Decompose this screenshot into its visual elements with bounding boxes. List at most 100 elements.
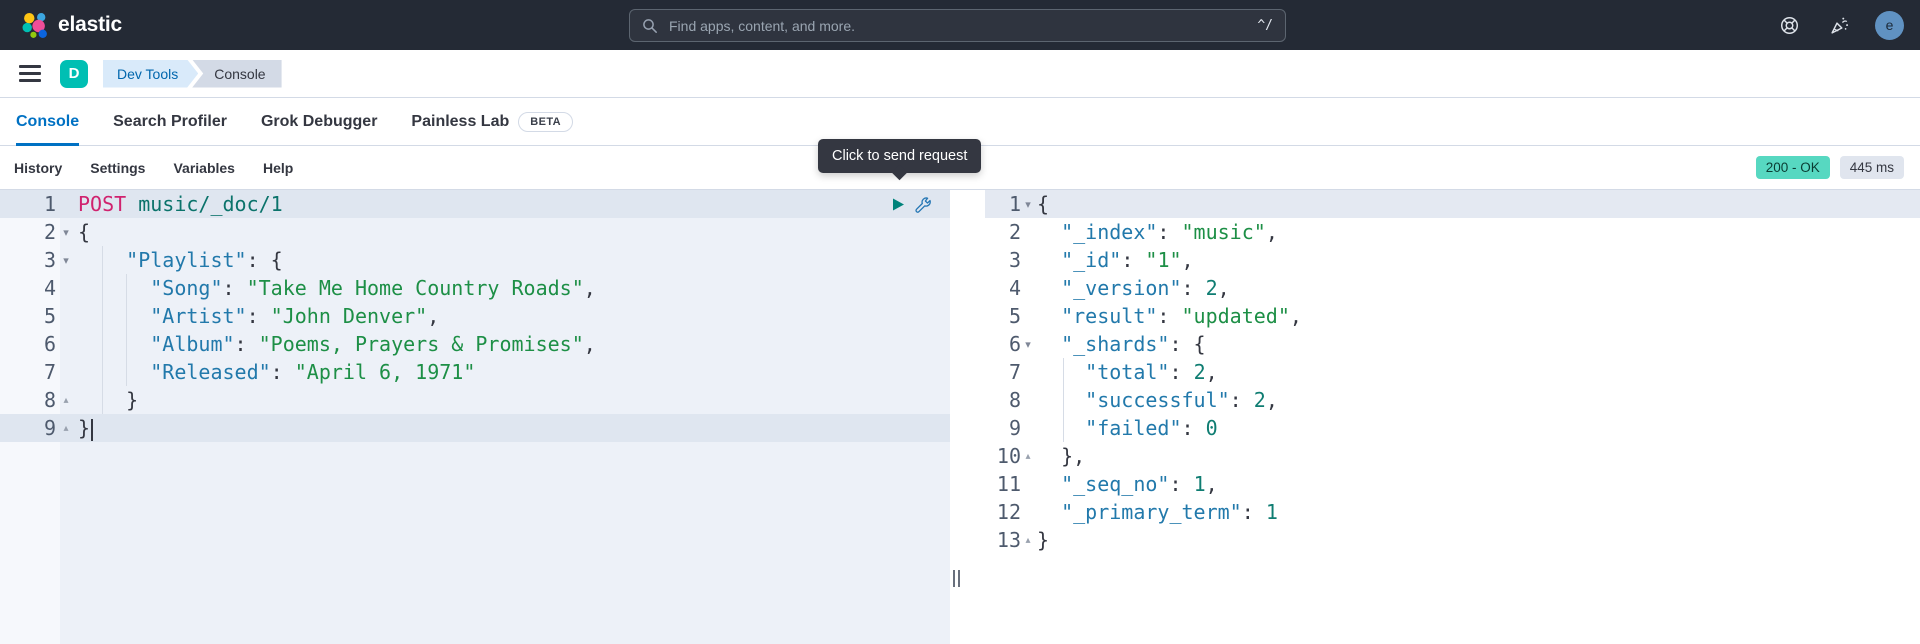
request-line-5[interactable]: 5 "Artist": "John Denver", [0,302,950,330]
code-text: "_seq_no": 1, [1035,470,1920,498]
code-text: POST music/_doc/1 [76,190,950,218]
fold-toggle-icon[interactable]: ▾ [56,254,76,267]
line-number: 4 [985,276,1021,300]
console-menu-help[interactable]: Help [263,160,293,176]
code-text: "_primary_term": 1 [1035,498,1920,526]
fold-toggle-icon[interactable]: ▴ [1021,535,1035,546]
logo-wordmark: elastic [58,13,122,37]
code-text: "_shards": { [1035,330,1920,358]
line-number: 9 [985,416,1021,440]
line-number: 9 [0,416,56,440]
request-line-8[interactable]: 8▴ } [0,386,950,414]
wrench-icon [914,196,931,213]
line-number: 1 [0,192,56,216]
line-number: 3 [0,248,56,272]
global-search[interactable]: ^/ [629,9,1286,42]
code-text: } [1035,526,1920,554]
fold-toggle-icon[interactable]: ▾ [56,226,76,239]
request-options-button[interactable] [914,196,931,213]
code-text: "Song": "Take Me Home Country Roads", [76,274,950,302]
request-line-1[interactable]: 1 POST music/_doc/1 [0,190,950,218]
line-number: 11 [985,472,1021,496]
response-line-9[interactable]: 9 "failed": 0 [985,414,1920,442]
user-avatar[interactable]: e [1875,11,1904,40]
line-number: 7 [985,360,1021,384]
send-request-button[interactable] [891,197,905,212]
tab-console[interactable]: Console [16,98,79,145]
response-viewer[interactable]: 1▾{2 "_index": "music",3 "_id": "1",4 "_… [985,190,1920,644]
text-cursor [91,419,93,441]
tab-label: Console [16,113,79,131]
request-editor[interactable]: 1POST music/_doc/12▾{3▾ "Playlist": {4 "… [0,190,950,644]
line-number: 8 [0,388,56,412]
dev-tools-app-badge[interactable]: D [60,60,88,88]
tab-painless-lab[interactable]: Painless Lab BETA [411,98,573,145]
code-text: "Playlist": { [76,246,950,274]
response-status-badge: 200 - OK [1756,156,1830,179]
request-line-7[interactable]: 7 "Released": "April 6, 1971" [0,358,950,386]
fold-toggle-icon[interactable]: ▴ [56,423,76,434]
panel-resize-handle[interactable] [953,570,960,587]
code-text: "_index": "music", [1035,218,1920,246]
code-text: }, [1035,442,1920,470]
console-menu-items: History Settings Variables Help [14,160,293,176]
line-number: 4 [0,276,56,300]
response-line-6[interactable]: 6▾ "_shards": { [985,330,1920,358]
fold-toggle-icon[interactable]: ▴ [1021,451,1035,462]
code-text: "_version": 2, [1035,274,1920,302]
menu-toggle-button[interactable] [19,65,41,82]
response-line-13[interactable]: 13▴} [985,526,1920,554]
code-text: "_id": "1", [1035,246,1920,274]
response-line-3[interactable]: 3 "_id": "1", [985,246,1920,274]
send-request-tooltip: Click to send request [818,139,981,173]
tab-label: Grok Debugger [261,113,377,131]
request-line-4[interactable]: 4 "Song": "Take Me Home Country Roads", [0,274,950,302]
line-number: 1 [985,192,1021,216]
tooltip-text: Click to send request [832,148,967,164]
response-line-8[interactable]: 8 "successful": 2, [985,386,1920,414]
tab-grok-debugger[interactable]: Grok Debugger [261,98,377,145]
tab-search-profiler[interactable]: Search Profiler [113,98,227,145]
response-line-4[interactable]: 4 "_version": 2, [985,274,1920,302]
request-line-6[interactable]: 6 "Album": "Poems, Prayers & Promises", [0,330,950,358]
line-number: 8 [985,388,1021,412]
line-number: 6 [985,332,1021,356]
console-menu-variables[interactable]: Variables [173,160,235,176]
code-text: "result": "updated", [1035,302,1920,330]
response-line-11[interactable]: 11 "_seq_no": 1, [985,470,1920,498]
line-number: 2 [985,220,1021,244]
beta-badge: BETA [518,112,573,132]
response-line-7[interactable]: 7 "total": 2, [985,358,1920,386]
line-number: 13 [985,528,1021,552]
response-line-5[interactable]: 5 "result": "updated", [985,302,1920,330]
breadcrumbs: Dev ToolsConsole [103,60,282,88]
line-number: 3 [985,248,1021,272]
play-icon [891,197,905,212]
response-line-10[interactable]: 10▴ }, [985,442,1920,470]
tab-label: Search Profiler [113,113,227,131]
search-icon [642,18,658,34]
search-input[interactable] [667,17,1247,35]
response-line-12[interactable]: 12 "_primary_term": 1 [985,498,1920,526]
search-shortcut-hint: ^/ [1257,18,1273,33]
fold-toggle-icon[interactable]: ▴ [56,395,76,406]
top-navigation-bar: elastic ^/ [0,0,1920,50]
elastic-logo[interactable]: elastic [22,12,122,39]
line-number: 2 [0,220,56,244]
request-line-9[interactable]: 9▴} [0,414,950,442]
line-number: 10 [985,444,1021,468]
whats-new-button[interactable] [1825,11,1853,39]
response-line-1[interactable]: 1▾{ [985,190,1920,218]
fold-toggle-icon[interactable]: ▾ [1021,338,1035,351]
console-menu-history[interactable]: History [14,160,62,176]
breadcrumb-dev-tools[interactable]: Dev Tools [103,60,198,88]
fold-toggle-icon[interactable]: ▾ [1021,198,1035,211]
code-text: } [76,386,950,414]
help-button[interactable] [1775,11,1803,39]
response-line-2[interactable]: 2 "_index": "music", [985,218,1920,246]
request-line-3[interactable]: 3▾ "Playlist": { [0,246,950,274]
console-menu-settings[interactable]: Settings [90,160,145,176]
code-text: { [76,218,950,246]
request-line-2[interactable]: 2▾{ [0,218,950,246]
tab-label: Painless Lab [411,113,509,131]
